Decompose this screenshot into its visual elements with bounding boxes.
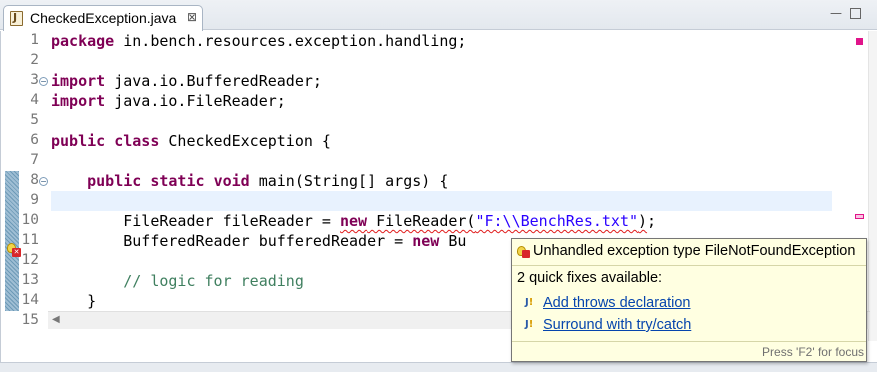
minimize-icon[interactable]: — [830,7,842,20]
divider [512,341,866,342]
code-token: FileReader( [367,212,476,230]
close-icon[interactable]: ⊠ [187,10,197,24]
code-line: import java.io.FileReader; [51,91,286,111]
overview-error-marker[interactable] [855,214,864,219]
scroll-left-icon[interactable]: ◀ [52,314,60,325]
code-line: public static void main(String[] args) { [51,171,448,191]
code-token: } [51,292,97,310]
quick-diff-change-bar [5,171,19,311]
vertical-scrollbar[interactable] [868,31,877,341]
hover-error-message: Unhandled exception type FileNotFoundExc… [533,243,856,259]
line-number-gutter: 1 2 3−4 5 6 7 8−9 10 11 12 13 14 15 [19,31,49,362]
quickfix-icon: J! [525,297,534,308]
hover-footer-hint: Press 'F2' for focus [762,345,864,359]
code-token: // logic for reading [123,272,304,290]
line-number: 7 [30,152,39,168]
code-token: new [412,232,440,250]
line-number: 11 [21,232,39,248]
line-number: 12 [21,252,39,268]
line-number: 13 [21,272,39,288]
line-number: 6 [30,132,39,148]
code-token: "F:\\BenchRes.txt" [475,212,639,230]
code-line: // logic for reading [51,271,304,291]
code-line: } [51,291,96,311]
error-summary-marker[interactable] [856,38,863,45]
code-token: main(String[] args) { [249,172,449,190]
code-line: public class CheckedException { [51,131,331,151]
code-token: Bu [439,232,467,250]
quickfix-icon: J! [525,319,534,330]
code-token: new [339,212,368,230]
line-number: 2 [30,52,39,68]
line-number: 5 [30,112,39,128]
quickfix-hover-popup[interactable]: Unhandled exception type FileNotFoundExc… [511,238,867,362]
code-token: package [51,32,115,50]
line-number: 14 [21,292,39,308]
line-number: 3 [30,72,39,88]
error-icon [517,246,530,259]
code-token: BufferedReader bufferedReader = [51,232,413,250]
divider [512,265,866,266]
line-number: 9 [30,192,39,208]
maximize-icon[interactable] [850,8,861,19]
code-token: CheckedException { [159,132,331,150]
code-token: public [87,172,142,190]
line-number: 1 [30,32,39,48]
quickfix-link[interactable]: Add throws declaration [543,295,691,311]
editor-tab-bar: CheckedException.java ⊠ — [0,0,877,31]
fold-toggle-icon[interactable]: − [39,177,48,186]
code-line: import java.io.BufferedReader; [51,71,322,91]
quickfix-link[interactable]: Surround with try/catch [543,317,691,333]
code-token: class [114,132,160,150]
line-number: 10 [21,212,39,228]
code-token: ; [647,212,657,230]
code-token: FileReader fileReader = [51,212,340,230]
current-line-highlight [51,191,832,211]
code-token: java.io.BufferedReader; [105,72,322,90]
java-file-icon [10,11,23,26]
code-line: BufferedReader bufferedReader = new Bu [51,231,466,251]
code-token: public [51,132,106,150]
code-token: java.io.FileReader; [105,92,286,110]
code-line: FileReader fileReader = new FileReader("… [51,211,656,231]
code-token: import [51,72,106,90]
quickfix-count: 2 quick fixes available: [517,270,663,286]
line-number: 8 [30,172,39,188]
tab-title: CheckedException.java [30,10,177,26]
line-number: 15 [21,312,39,328]
fold-toggle-icon[interactable]: − [39,77,48,86]
code-token: static [150,172,205,190]
editor-tab[interactable]: CheckedException.java ⊠ [3,5,203,31]
line-number: 4 [30,92,39,108]
code-line: package in.bench.resources.exception.han… [51,31,466,51]
code-token: import [51,92,106,110]
bottom-border [0,362,877,372]
code-token: void [213,172,250,190]
code-token: ) [638,212,648,230]
code-token: in.bench.resources.exception.handling; [114,32,467,50]
